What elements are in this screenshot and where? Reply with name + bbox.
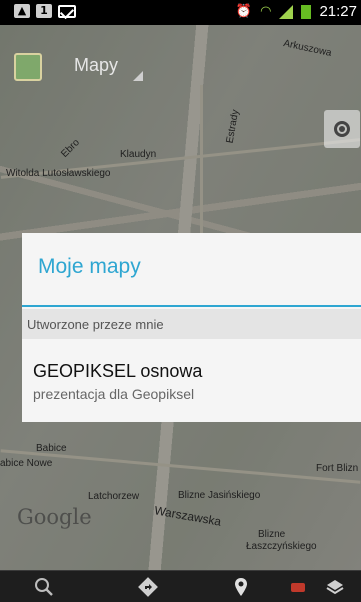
google-logo: Google (17, 505, 92, 529)
alarm-icon: ⏰ (235, 4, 253, 19)
place-icon[interactable] (231, 577, 251, 597)
section-header-label: Utworzone przeze mnie (27, 317, 164, 332)
mail-icon (58, 4, 76, 18)
map-list-item[interactable]: GEOPIKSEL osnowa prezentacja dla Geopiks… (22, 341, 361, 411)
status-bar: ▲ 1 ⏰ ◠ 21:27 (0, 0, 361, 25)
map-item-subtitle: prezentacja dla Geopiksel (33, 386, 195, 402)
dialog-divider (22, 305, 361, 307)
location-icon (334, 121, 350, 137)
directions-icon[interactable] (138, 577, 158, 597)
image-icon: ▲ (14, 4, 30, 18)
sim-icon: 1 (36, 4, 52, 18)
latitude-icon[interactable] (288, 577, 308, 597)
app-title[interactable]: Mapy (74, 55, 118, 76)
section-header: Utworzone przeze mnie (22, 309, 361, 339)
signal-icon (279, 4, 294, 19)
maps-app-icon[interactable] (14, 53, 42, 81)
spinner-dropdown-icon[interactable] (133, 71, 143, 81)
action-bar: Mapy (0, 25, 361, 105)
wifi-icon: ◠ (260, 4, 272, 19)
my-maps-dialog: Moje mapy Utworzone przeze mnie GEOPIKSE… (22, 233, 361, 422)
dialog-title: Moje mapy (38, 255, 141, 278)
status-time: 21:27 (319, 3, 357, 20)
battery-icon (301, 4, 312, 19)
map-item-title: GEOPIKSEL osnowa (33, 361, 203, 381)
search-icon[interactable] (34, 577, 54, 597)
layers-icon[interactable] (325, 577, 345, 597)
my-location-button[interactable] (324, 110, 360, 148)
bottom-toolbar (0, 570, 361, 602)
